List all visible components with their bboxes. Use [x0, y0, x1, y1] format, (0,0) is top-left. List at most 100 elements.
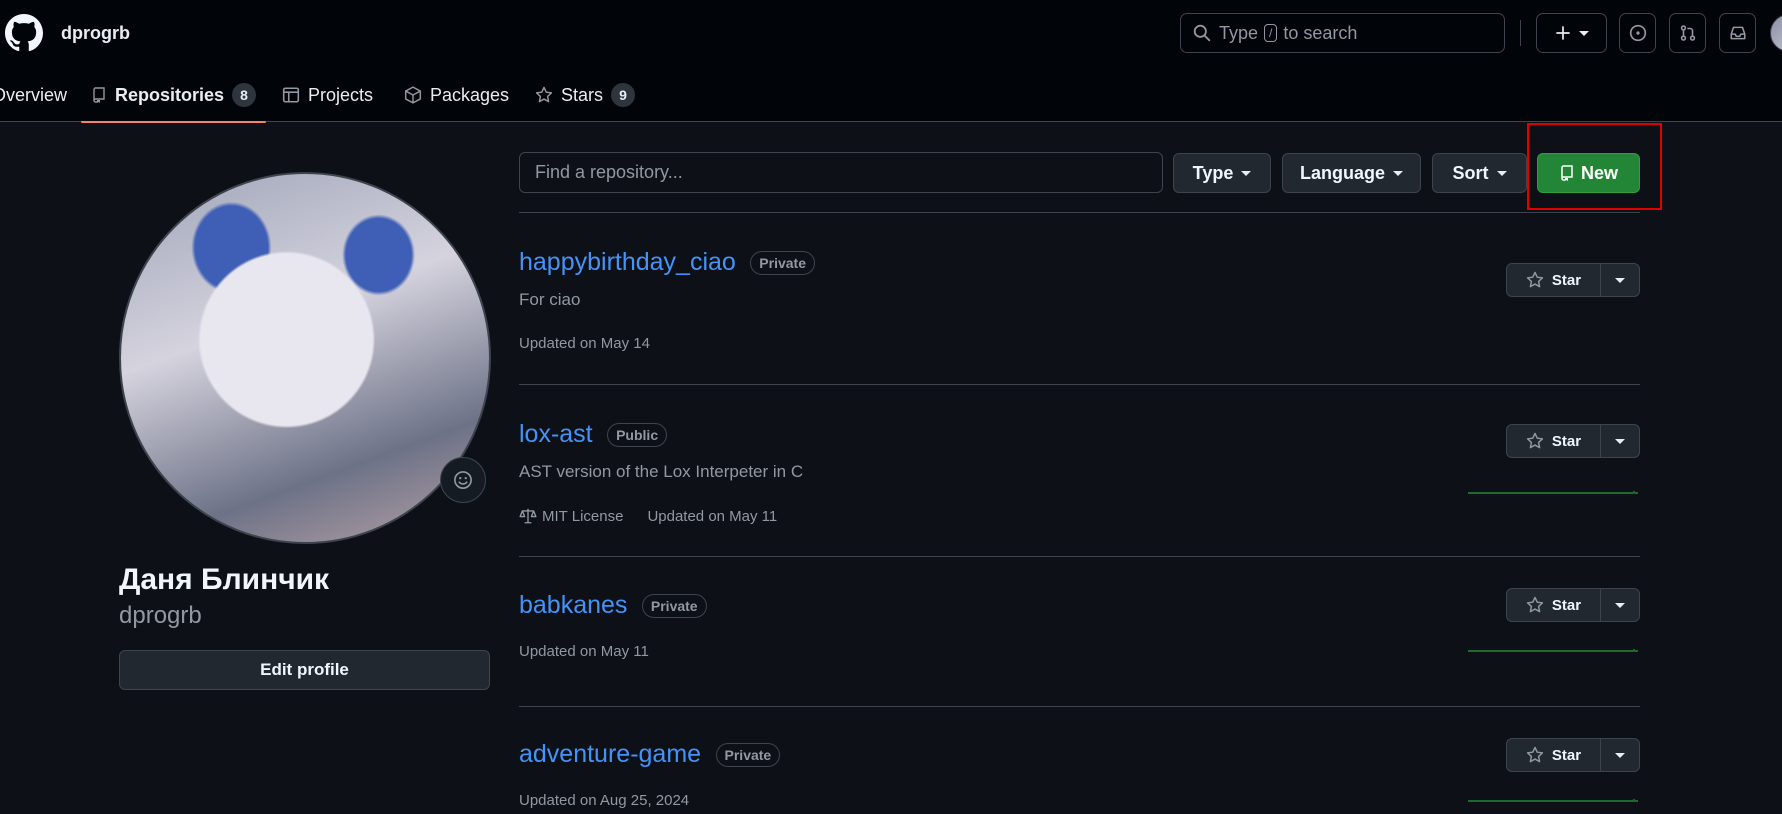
list-divider — [519, 556, 1640, 557]
star-button-group: Star — [1506, 588, 1640, 622]
repo-name-link[interactable]: happybirthday_ciao — [519, 248, 736, 277]
list-divider — [519, 384, 1640, 385]
stars-count: 9 — [611, 83, 636, 107]
list-divider — [519, 706, 1640, 707]
repo-meta: Updated on May 11 — [519, 643, 649, 660]
star-list-dropdown[interactable] — [1601, 425, 1639, 457]
pull-request-icon — [1680, 25, 1695, 41]
edit-profile-button[interactable]: Edit profile — [119, 650, 490, 690]
repo-updated: Updated on Aug 25, 2024 — [519, 792, 690, 809]
visibility-badge: Private — [750, 250, 815, 275]
repo-description: For ciao — [519, 290, 581, 309]
star-icon — [1526, 596, 1544, 613]
visibility-badge: Public — [607, 422, 668, 447]
tab-packages[interactable]: Packages — [404, 68, 509, 122]
list-divider — [519, 212, 1640, 213]
profile-login: dprogrb — [119, 602, 202, 629]
law-icon — [519, 508, 537, 524]
tab-repositories-label: Repositories — [115, 84, 225, 105]
chevron-down-icon — [1615, 438, 1625, 444]
star-list-dropdown[interactable] — [1601, 739, 1639, 771]
issues-button[interactable] — [1619, 13, 1656, 53]
profile-tabs: Overview Repositories 8 Projects Package… — [0, 68, 1782, 123]
top-bar: dprogrb Type / to search — [0, 0, 1782, 68]
chevron-down-icon — [1241, 170, 1252, 176]
plus-icon — [1555, 26, 1570, 40]
smiley-icon — [454, 471, 472, 489]
list-item: adventure-game Private Updated on Aug 25… — [519, 738, 1640, 809]
repo-description: AST version of the Lox Interpeter in C — [519, 462, 804, 481]
set-status-button[interactable] — [440, 457, 486, 503]
list-item: happybirthday_ciao Private For ciao Upda… — [519, 248, 1640, 352]
star-button[interactable]: Star — [1507, 425, 1601, 457]
search-placeholder-post: to search — [1283, 22, 1358, 43]
star-button[interactable]: Star — [1507, 264, 1601, 296]
search-placeholder-pre: Type — [1219, 22, 1259, 43]
star-button-group: Star — [1506, 424, 1640, 458]
inbox-icon — [1729, 26, 1746, 40]
tab-stars-label: Stars — [561, 84, 604, 105]
star-icon — [1526, 432, 1544, 449]
user-avatar-menu[interactable] — [1770, 14, 1782, 52]
find-repository-input[interactable] — [519, 152, 1163, 193]
pull-requests-button[interactable] — [1669, 13, 1706, 53]
profile-avatar[interactable] — [119, 172, 491, 544]
profile-full-name: Даня Блинчик — [119, 563, 330, 596]
repositories-count: 8 — [232, 83, 257, 107]
create-new-button[interactable] — [1536, 13, 1607, 53]
chevron-down-icon — [1615, 752, 1625, 758]
chevron-down-icon — [1615, 277, 1625, 283]
star-button[interactable]: Star — [1507, 589, 1601, 621]
github-logo-icon[interactable] — [5, 14, 43, 52]
type-filter-button[interactable]: Type — [1173, 153, 1271, 193]
type-filter-label: Type — [1192, 162, 1234, 183]
repo-updated: Updated on May 14 — [519, 335, 650, 352]
header-username[interactable]: dprogrb — [61, 23, 130, 44]
package-icon — [404, 86, 422, 104]
repo-meta: Updated on May 14 — [519, 335, 650, 352]
star-list-dropdown[interactable] — [1601, 589, 1639, 621]
star-button-group: Star — [1506, 263, 1640, 297]
chevron-down-icon — [1393, 170, 1403, 176]
search-input[interactable]: Type / to search — [1180, 13, 1505, 53]
chevron-down-icon — [1496, 170, 1507, 176]
repo-license-label: MIT License — [542, 507, 624, 525]
issue-opened-icon — [1629, 24, 1646, 42]
repo-icon — [93, 87, 105, 103]
chevron-down-icon — [1578, 30, 1589, 36]
star-label: Star — [1551, 746, 1582, 764]
highlight-box — [1527, 123, 1662, 210]
tab-projects[interactable]: Projects — [282, 68, 373, 122]
repo-name-link[interactable]: lox-ast — [519, 420, 593, 449]
table-icon — [282, 87, 300, 103]
language-filter-label: Language — [1299, 162, 1385, 183]
repo-updated: Updated on May 11 — [519, 643, 649, 660]
repo-name-link[interactable]: adventure-game — [519, 740, 701, 769]
language-filter-button[interactable]: Language — [1282, 153, 1421, 193]
tab-overview[interactable]: Overview — [0, 68, 67, 122]
repo-name-link[interactable]: babkanes — [519, 591, 627, 620]
tab-stars[interactable]: Stars 9 — [535, 68, 636, 122]
tab-repositories[interactable]: Repositories 8 — [80, 68, 267, 123]
sort-button[interactable]: Sort — [1432, 153, 1527, 193]
star-label: Star — [1551, 271, 1582, 289]
search-shortcut-key: / — [1264, 24, 1278, 42]
star-icon — [1526, 271, 1544, 288]
repo-meta: MIT License Updated on May 11 — [519, 507, 777, 525]
star-list-dropdown[interactable] — [1601, 264, 1639, 296]
star-button[interactable]: Star — [1507, 739, 1601, 771]
inbox-button[interactable] — [1719, 13, 1756, 53]
star-icon — [1526, 746, 1544, 763]
star-label: Star — [1551, 432, 1582, 450]
header-divider — [1520, 20, 1521, 46]
search-icon — [1193, 24, 1211, 42]
star-label: Star — [1551, 596, 1582, 614]
repo-license: MIT License — [519, 507, 623, 525]
visibility-badge: Private — [715, 742, 781, 767]
activity-sparkline — [1468, 648, 1638, 652]
tab-projects-label: Projects — [308, 84, 374, 105]
tab-overview-label: Overview — [0, 84, 68, 105]
star-button-group: Star — [1506, 738, 1640, 772]
visibility-badge: Private — [641, 593, 707, 618]
chevron-down-icon — [1615, 602, 1625, 608]
